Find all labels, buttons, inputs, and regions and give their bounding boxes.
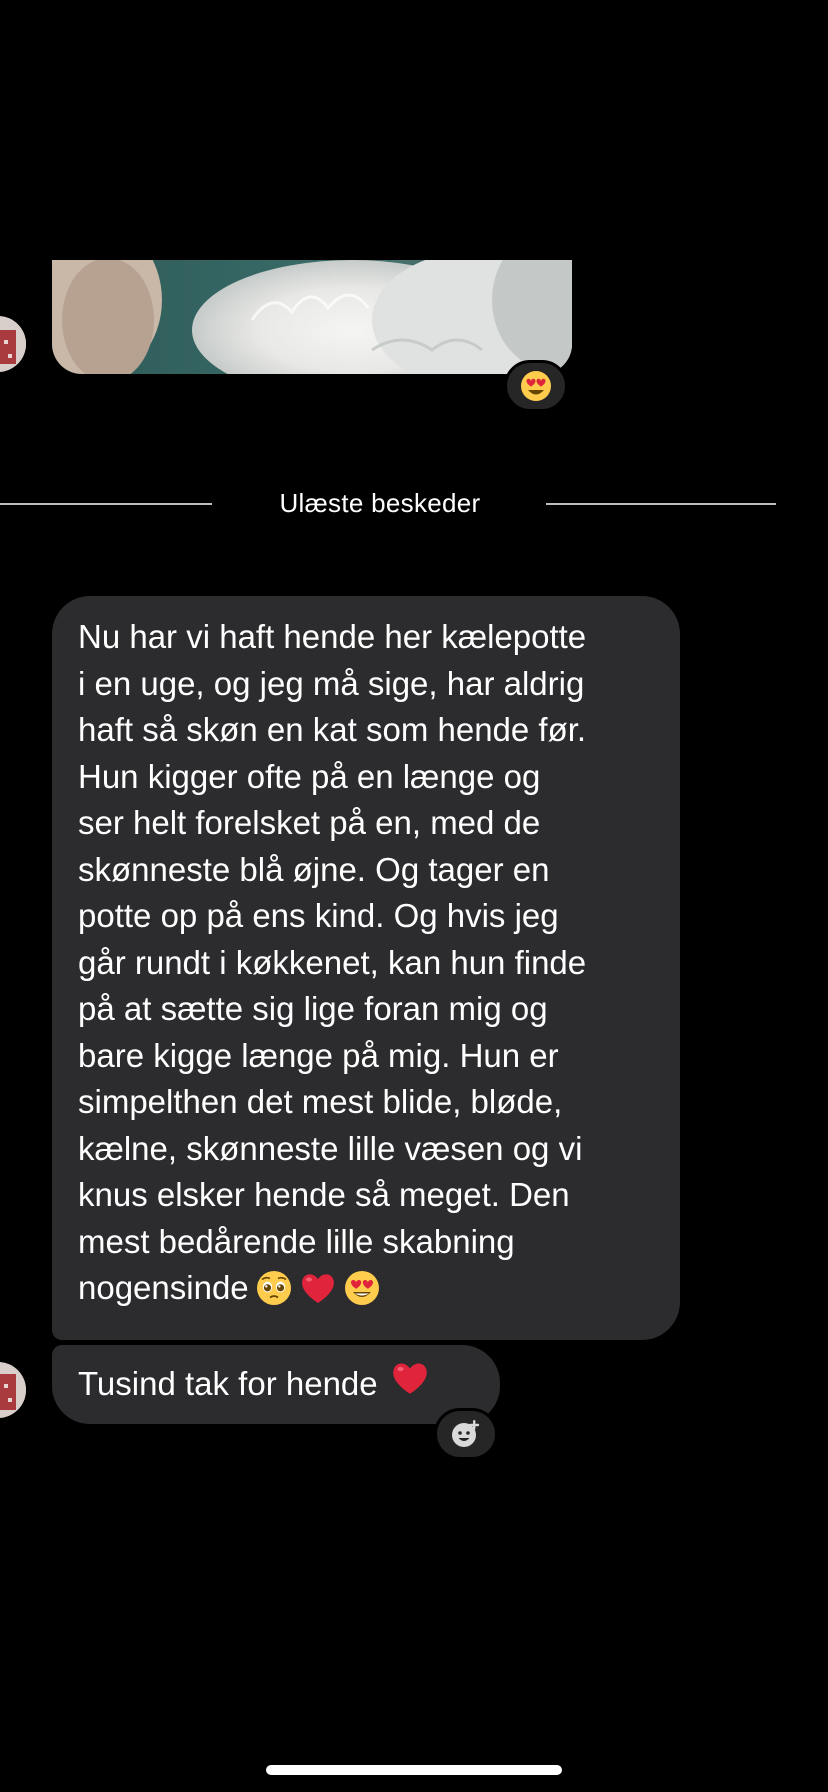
message-line: kælne, skønneste lille væsen og vi	[78, 1129, 583, 1167]
unread-divider-left-line	[0, 503, 212, 505]
message-line: Hun kigger ofte på en længe og	[78, 757, 541, 795]
cat-photo	[52, 260, 572, 374]
message-line: Nu har vi haft hende her kælepotte	[78, 618, 587, 655]
unread-divider-right-line	[546, 503, 776, 505]
heart-eyes-emoji	[521, 371, 551, 401]
message-line: bare kigge længe på mig. Hun er	[78, 1036, 559, 1074]
sender-avatar[interactable]	[0, 1362, 26, 1418]
message-text: Tusind tak for hende	[78, 1365, 378, 1403]
home-indicator[interactable]	[266, 1765, 562, 1775]
avatar-photo	[0, 1362, 26, 1418]
message-line: simpelthen det mest blide, bløde,	[78, 1083, 563, 1120]
message-line-text: nogensinde	[78, 1269, 249, 1306]
red-heart-emoji	[390, 1358, 430, 1411]
message-bubble[interactable]: Nu har vi haft hende her kælepotte i en …	[52, 596, 680, 1340]
message-line: skønneste blå øjne. Og tager en	[78, 850, 550, 888]
message-bubble[interactable]: Tusind tak for hende	[52, 1345, 500, 1424]
heart-eyes-emoji	[343, 1269, 381, 1320]
avatar-photo	[0, 316, 26, 372]
message-line: potte op på ens kind. Og hvis jeg	[78, 897, 559, 934]
pleading-face-emoji	[255, 1269, 293, 1320]
red-heart-emoji	[299, 1269, 337, 1320]
message-line: knus elsker hende så meget. Den	[78, 1176, 570, 1213]
message-line: ser helt forelsket på en, med de	[78, 804, 541, 841]
message-line: mest bedårende lille skabning	[78, 1222, 515, 1260]
message-line: på at sætte sig lige foran mig og	[78, 990, 548, 1027]
message-line: haft så skøn en kat som hende før.	[78, 711, 587, 748]
sender-avatar[interactable]	[0, 316, 26, 372]
message-line: går rundt i køkkenet, kan hun finde	[78, 943, 587, 981]
add-reaction-icon	[452, 1420, 480, 1447]
unread-divider-label: Ulæste beskeder	[279, 488, 481, 518]
photo-reaction[interactable]	[504, 360, 568, 412]
photo-message[interactable]	[52, 260, 572, 374]
message-line-last: nogensinde	[78, 1265, 654, 1320]
add-reaction-button[interactable]	[434, 1408, 498, 1460]
message-line: i en uge, og jeg må sige, har aldrig	[78, 664, 585, 702]
